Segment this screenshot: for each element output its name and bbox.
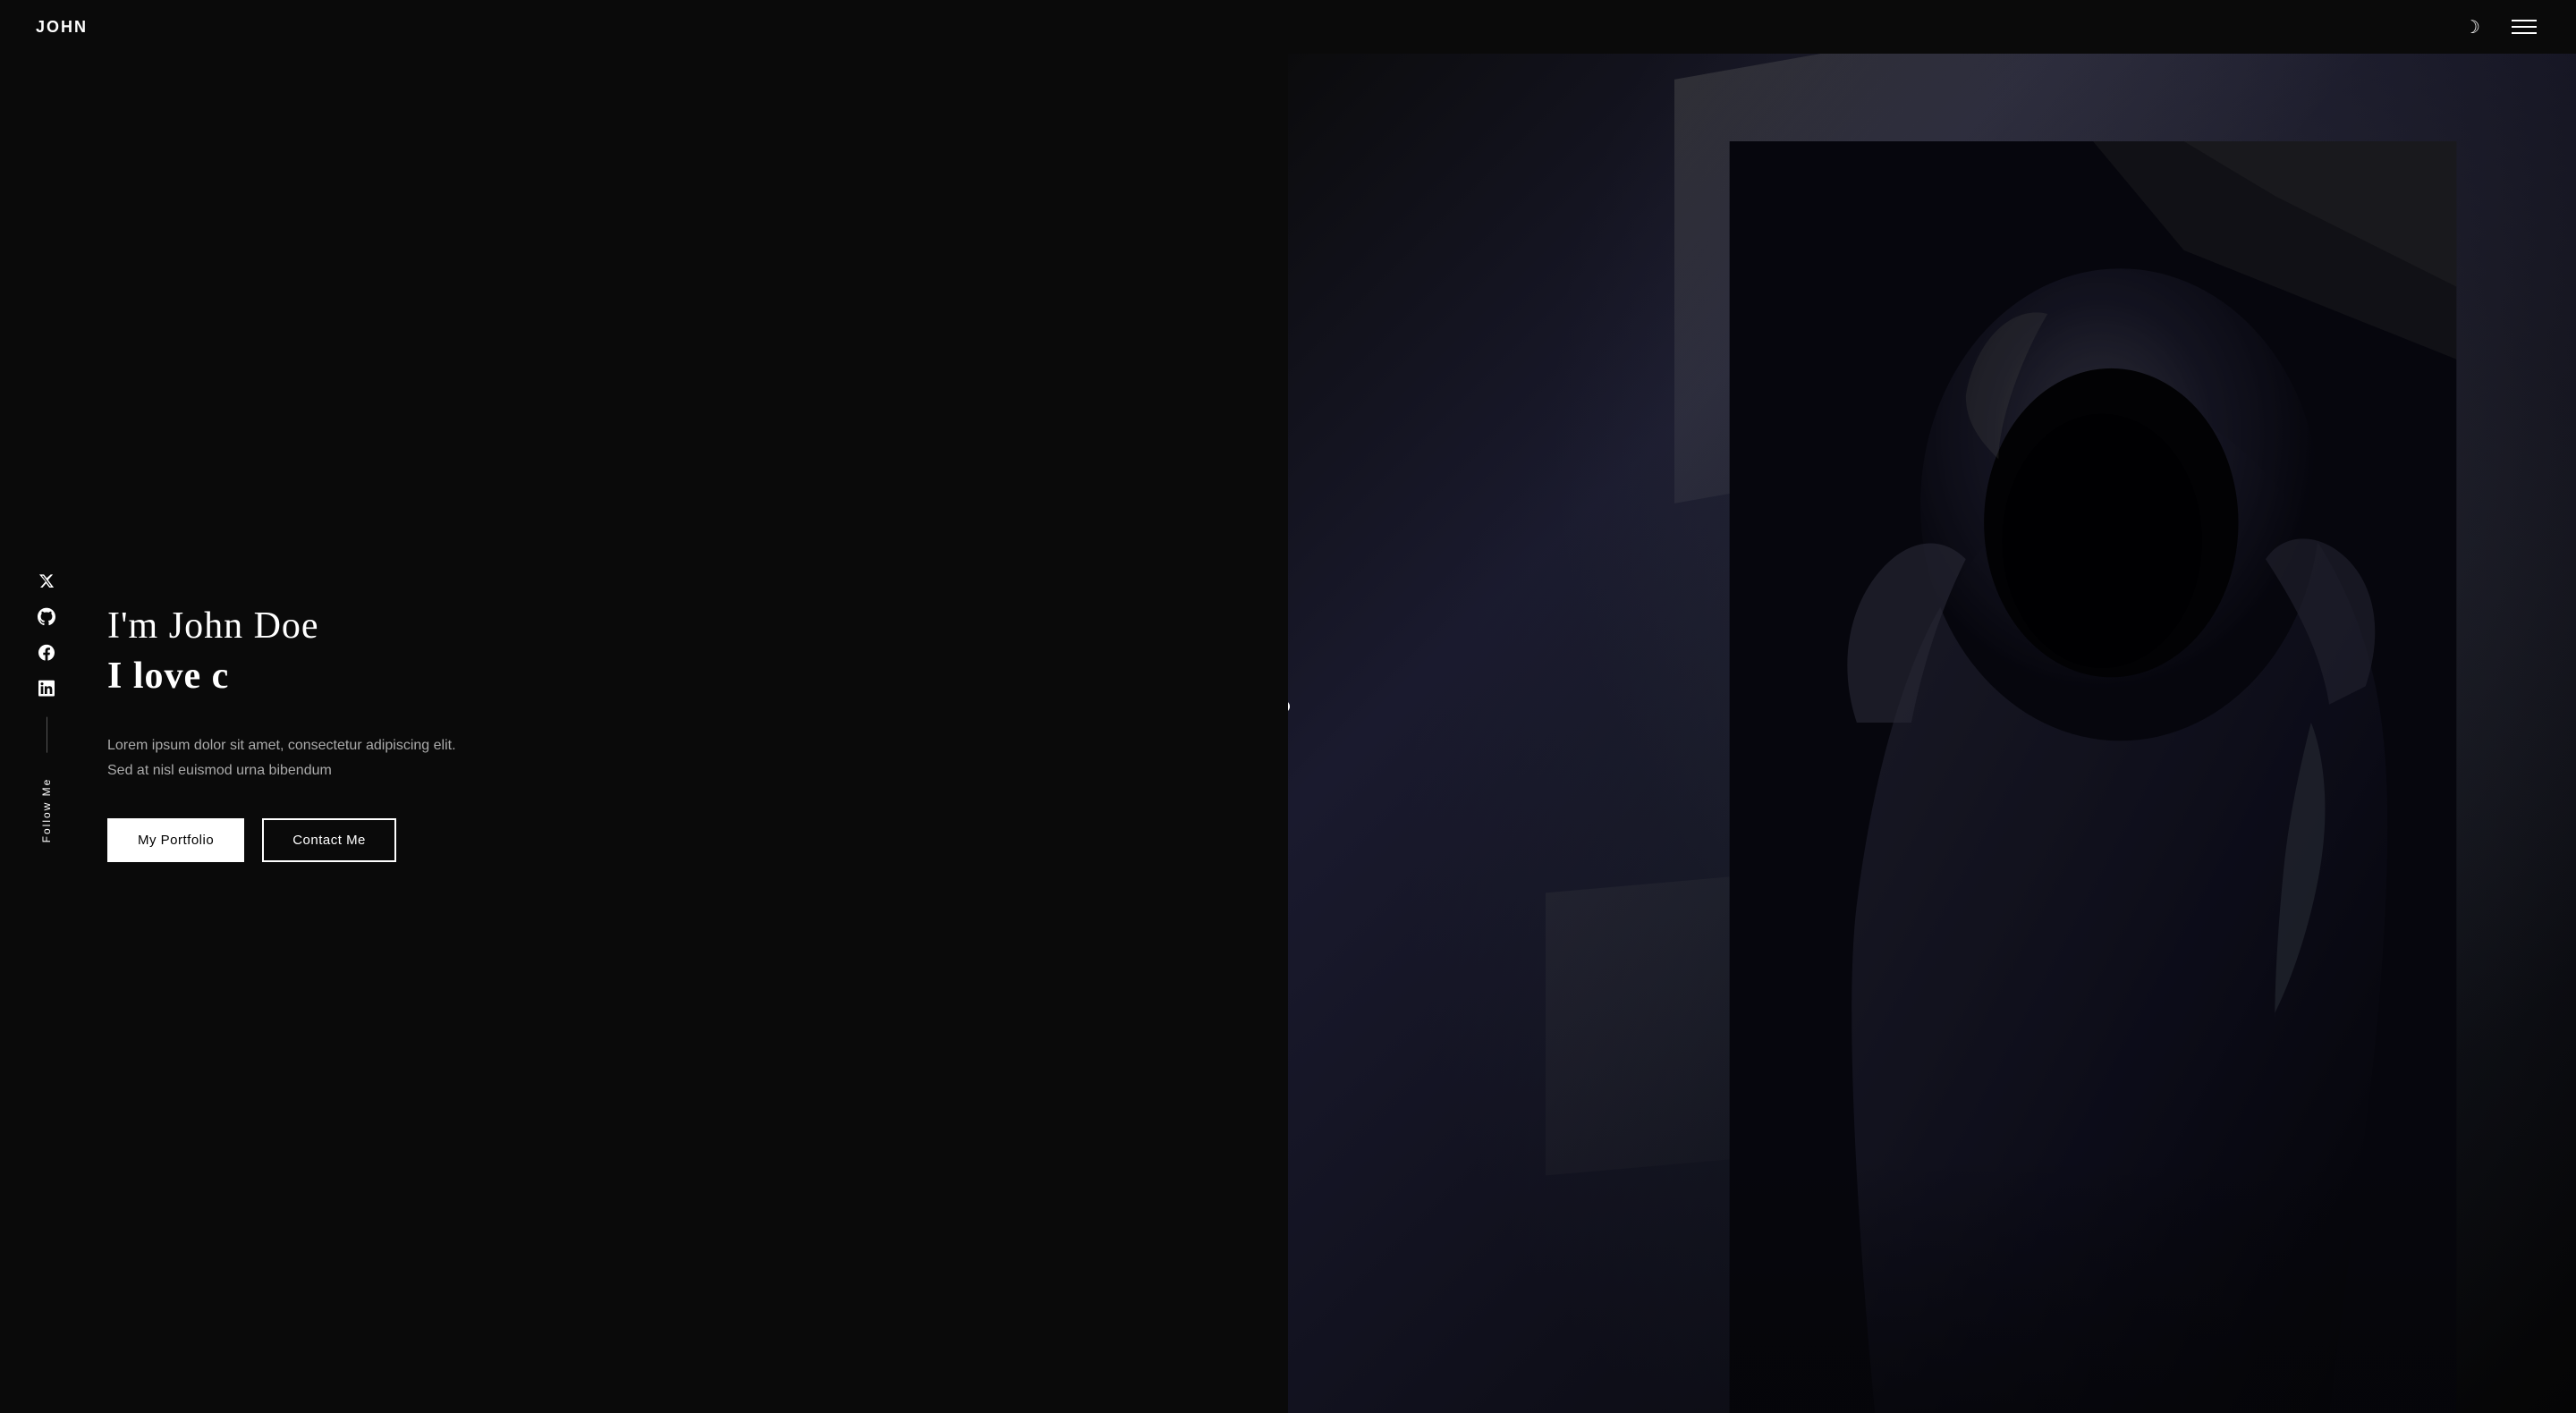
hamburger-line-2 <box>2512 26 2537 28</box>
header: JOHN ☽ <box>0 0 2576 54</box>
hooded-figure <box>1674 141 2512 1413</box>
right-panel <box>1288 0 2576 1413</box>
left-panel: Follow Me I'm John Doe I love c Lorem ip… <box>0 0 1288 1413</box>
follow-label: Follow Me <box>40 778 53 843</box>
hero-description: Lorem ipsum dolor sit amet, consectetur … <box>107 733 483 782</box>
theme-toggle-button[interactable]: ☽ <box>2458 13 2487 41</box>
hamburger-line-1 <box>2512 20 2537 21</box>
background-image <box>1288 0 2576 1413</box>
social-sidebar: Follow Me <box>36 571 57 843</box>
main-layout: Follow Me I'm John Doe I love c Lorem ip… <box>0 0 2576 1413</box>
dot-indicator <box>1288 700 1290 713</box>
twitter-icon <box>38 573 55 589</box>
hero-tagline: I love c <box>107 655 483 698</box>
linkedin-link[interactable] <box>36 678 57 699</box>
logo: JOHN <box>36 18 88 37</box>
hamburger-line-3 <box>2512 32 2537 34</box>
facebook-icon <box>38 645 55 661</box>
hamburger-menu-button[interactable] <box>2508 16 2540 38</box>
portfolio-button[interactable]: My Portfolio <box>107 818 244 862</box>
hero-name: I'm John Doe <box>107 605 483 647</box>
contact-button[interactable]: Contact Me <box>262 818 396 862</box>
github-link[interactable] <box>36 606 57 628</box>
hero-content: I'm John Doe I love c Lorem ipsum dolor … <box>0 551 483 861</box>
hero-buttons: My Portfolio Contact Me <box>107 818 483 862</box>
twitter-link[interactable] <box>36 571 57 592</box>
facebook-link[interactable] <box>36 642 57 664</box>
header-right: ☽ <box>2458 13 2540 41</box>
linkedin-icon <box>38 681 55 697</box>
github-icon <box>38 608 55 626</box>
